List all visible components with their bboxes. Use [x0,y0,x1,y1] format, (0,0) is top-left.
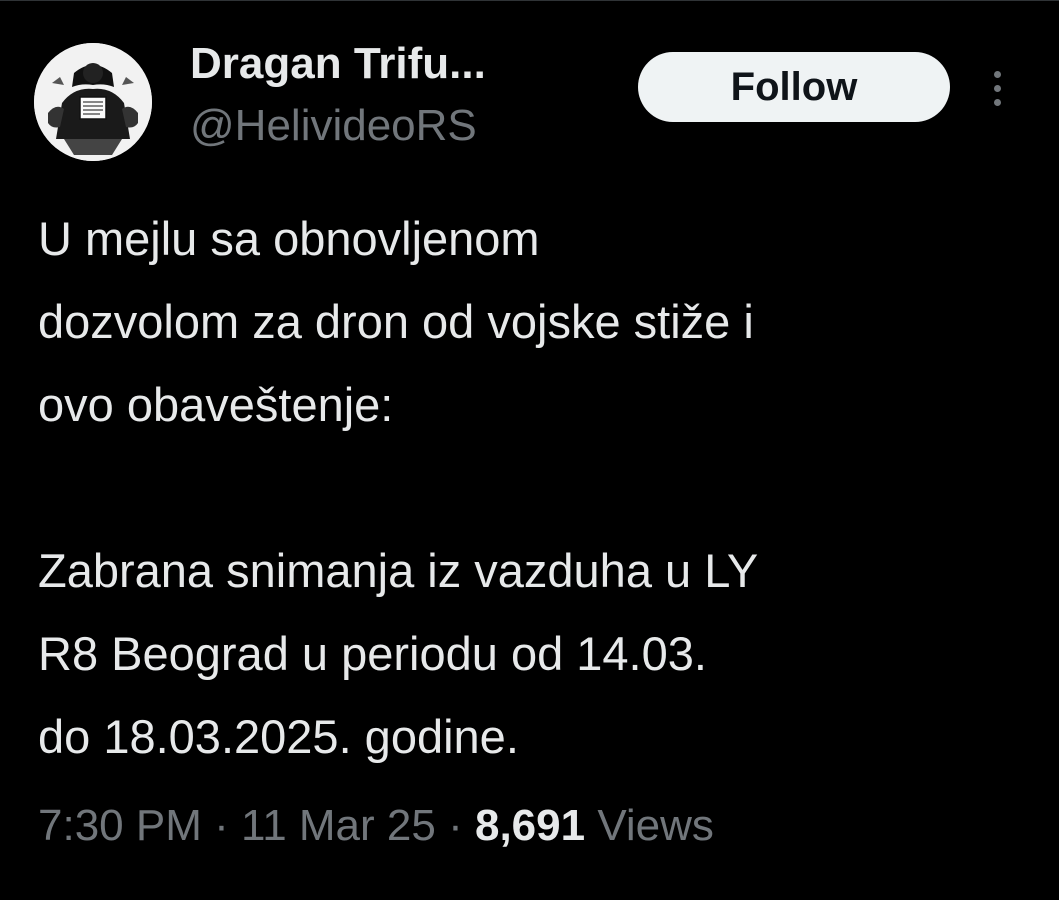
tweet-text-line: dozvolom za dron od vojske stiže i [38,295,754,348]
tweet-text-line: Zabrana snimanja iz vazduha u LY [38,544,759,597]
meta-separator: · [214,801,229,850]
tweet-text-line: ovo obaveštenje: [38,378,394,431]
tweet-metadata: 7:30 PM · 11 Mar 25 · 8,691 Views [38,801,714,851]
views-label: Views [597,801,714,850]
tweet-text-line: do 18.03.2025. godine. [38,710,519,763]
author-handle[interactable]: @HelivideoRS [190,101,477,151]
tweet-date[interactable]: 11 Mar 25 [241,801,436,850]
author-avatar[interactable] [34,43,152,161]
follow-button[interactable]: Follow [638,52,950,122]
tweet-text: U mejlu sa obnovljenom dozvolom za dron … [38,197,1038,778]
views-count: 8,691 [474,801,586,850]
tweet-text-line: U mejlu sa obnovljenom [38,212,540,265]
follow-button-label: Follow [730,64,858,109]
avatar-illustration-icon [34,43,152,161]
tweet-text-blank-line [38,446,1038,529]
tweet-text-line: R8 Beograd u periodu od 14.03. [38,627,707,680]
tweet-card: Dragan Trifu... @HelivideoRS Follow U me… [0,0,1059,900]
meta-separator: · [448,801,463,850]
tweet-time[interactable]: 7:30 PM [38,801,202,850]
author-display-name[interactable]: Dragan Trifu... [190,39,486,89]
more-vertical-icon[interactable] [986,67,1010,111]
